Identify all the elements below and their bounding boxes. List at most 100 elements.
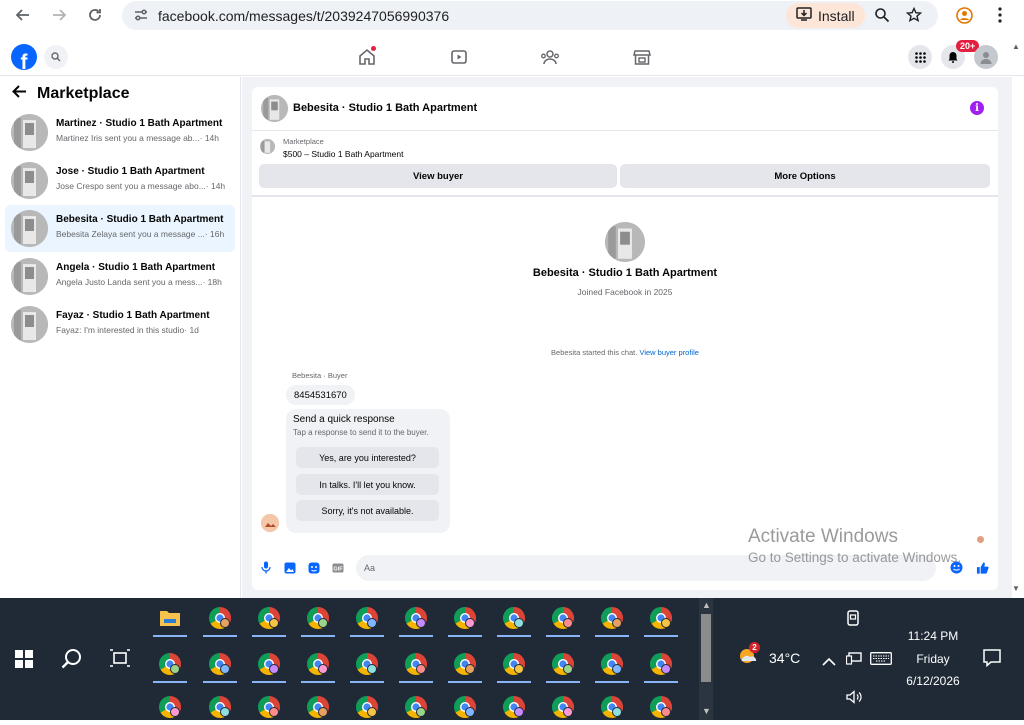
listing-thumbnail	[11, 258, 48, 295]
app-icons-grid[interactable]	[150, 602, 698, 725]
video-icon[interactable]	[449, 48, 469, 66]
address-bar[interactable]: facebook.com/messages/t/2039247056990376…	[122, 1, 938, 30]
clock-time[interactable]: 11:24 PM	[890, 629, 976, 643]
running-indicator	[203, 635, 237, 637]
taskbar-app-icon[interactable]	[301, 607, 335, 637]
clock-date[interactable]: 6/12/2026	[890, 674, 976, 688]
groups-icon[interactable]	[540, 48, 560, 66]
quick-response-title: Send a quick response	[293, 414, 395, 425]
network-icon[interactable]	[845, 652, 862, 670]
taskbar-app-icon[interactable]	[546, 607, 580, 637]
taskbar-app-icon[interactable]	[153, 653, 187, 683]
taskbar-app-icon[interactable]	[350, 653, 384, 683]
message-bubble[interactable]: 8454531670	[286, 385, 355, 405]
more-options-button[interactable]: More Options	[620, 164, 990, 188]
install-button[interactable]: Install	[786, 3, 865, 28]
taskbar-app-icon[interactable]	[203, 696, 237, 725]
taskbar-app-icon[interactable]	[644, 653, 678, 683]
taskbar-app-icon[interactable]	[546, 696, 580, 725]
reload-icon[interactable]	[83, 3, 107, 27]
browser-menu-icon[interactable]	[998, 7, 1002, 28]
chevron-up-icon[interactable]	[822, 653, 836, 671]
sticker-icon[interactable]	[307, 561, 320, 574]
watermark-subtitle: Go to Settings to activate Windows.	[748, 550, 962, 565]
taskbar-app-icon[interactable]	[399, 653, 433, 683]
running-indicator	[644, 635, 678, 637]
taskbar-app-icon[interactable]	[497, 607, 531, 637]
taskbar-app-icon[interactable]	[252, 696, 286, 725]
taskbar-app-icon[interactable]	[350, 607, 384, 637]
menu-grid-icon[interactable]	[908, 45, 932, 69]
home-icon[interactable]	[357, 46, 377, 66]
scroll-up-icon[interactable]: ▲	[1012, 42, 1020, 51]
listing-thumbnail[interactable]	[261, 95, 288, 122]
search-icon[interactable]	[44, 45, 68, 69]
marketplace-icon[interactable]	[632, 48, 652, 66]
keyboard-icon[interactable]	[870, 652, 892, 670]
taskbar-app-icon[interactable]	[203, 653, 237, 683]
conversation-item[interactable]: Martinez · Studio 1 Bath Apartment Marti…	[5, 109, 235, 156]
notifications-icon[interactable]	[983, 649, 1001, 672]
microphone-icon[interactable]	[259, 561, 272, 574]
search-icon[interactable]	[61, 648, 83, 675]
weather-icon[interactable]: 2	[736, 642, 762, 675]
site-settings-icon[interactable]	[134, 8, 148, 27]
volume-icon[interactable]	[846, 690, 862, 709]
photo-icon[interactable]	[283, 561, 296, 574]
chat-started-notice: Bebesita started this chat. View buyer p…	[551, 348, 699, 357]
conversation-item[interactable]: Angela · Studio 1 Bath Apartment Angela …	[5, 253, 235, 300]
back-arrow-icon[interactable]	[11, 3, 35, 27]
view-buyer-profile-link[interactable]: View buyer profile	[639, 348, 698, 357]
taskbar-app-icon[interactable]	[595, 607, 629, 637]
info-icon[interactable]: i	[970, 101, 984, 115]
zoom-icon[interactable]	[874, 7, 890, 28]
bookmark-star-icon[interactable]	[905, 6, 923, 28]
thumbs-up-icon[interactable]	[976, 561, 989, 574]
taskbar-app-icon[interactable]	[546, 653, 580, 683]
taskbar-app-icon[interactable]	[252, 607, 286, 637]
task-view-icon[interactable]	[110, 649, 130, 672]
taskbar-scrollbar[interactable]: ▲ ▼	[699, 598, 713, 720]
quick-reply-button[interactable]: Sorry, it's not available.	[296, 500, 439, 521]
scroll-down-icon[interactable]: ▼	[1012, 584, 1020, 593]
taskbar-app-icon[interactable]	[497, 696, 531, 725]
taskbar-app-icon[interactable]	[644, 696, 678, 725]
browser-toolbar: facebook.com/messages/t/2039247056990376…	[0, 0, 1024, 31]
taskbar-app-icon[interactable]	[399, 696, 433, 725]
windows-start-icon[interactable]	[15, 650, 33, 673]
taskbar-app-icon[interactable]	[497, 653, 531, 683]
taskbar-app-icon[interactable]	[595, 696, 629, 725]
conversation-item-active[interactable]: Bebesita · Studio 1 Bath Apartment Bebes…	[5, 205, 235, 252]
view-buyer-button[interactable]: View buyer	[259, 164, 617, 188]
taskbar-app-icon[interactable]	[448, 696, 482, 725]
taskbar-app-icon[interactable]	[252, 653, 286, 683]
quick-reply-button[interactable]: In talks. I'll let you know.	[296, 474, 439, 495]
taskbar-app-icon[interactable]	[153, 611, 187, 637]
taskbar-app-icon[interactable]	[203, 607, 237, 637]
taskbar-app-icon[interactable]	[448, 607, 482, 637]
temperature[interactable]: 34°C	[769, 650, 800, 666]
gif-icon[interactable]: GIF	[331, 561, 344, 574]
forward-arrow-icon[interactable]	[47, 3, 71, 27]
chat-title[interactable]: Bebesita · Studio 1 Bath Apartment	[293, 102, 477, 114]
account-avatar[interactable]	[974, 45, 998, 69]
conversation-item[interactable]: Jose · Studio 1 Bath Apartment Jose Cres…	[5, 157, 235, 204]
taskbar-app-icon[interactable]	[350, 696, 384, 725]
taskbar-app-icon[interactable]	[399, 607, 433, 637]
buyer-avatar[interactable]	[261, 514, 279, 532]
taskbar-app-icon[interactable]	[595, 653, 629, 683]
clock-day[interactable]: Friday	[890, 652, 976, 666]
taskbar-app-icon[interactable]	[301, 653, 335, 683]
quick-response-subtitle: Tap a response to send it to the buyer.	[293, 428, 429, 437]
taskbar-app-icon[interactable]	[301, 696, 335, 725]
conversation-item[interactable]: Fayaz · Studio 1 Bath Apartment Fayaz: I…	[5, 301, 235, 348]
taskbar-app-icon[interactable]	[153, 696, 187, 725]
listing-price-title[interactable]: $500 – Studio 1 Bath Apartment	[283, 149, 404, 159]
taskbar-app-icon[interactable]	[448, 653, 482, 683]
profile-icon[interactable]	[956, 7, 973, 29]
taskbar-app-icon[interactable]	[644, 607, 678, 637]
quick-reply-button[interactable]: Yes, are you interested?	[296, 447, 439, 468]
facebook-logo-icon[interactable]: f	[11, 44, 37, 70]
phone-link-icon[interactable]	[846, 610, 860, 631]
back-arrow-icon[interactable]	[12, 85, 27, 103]
